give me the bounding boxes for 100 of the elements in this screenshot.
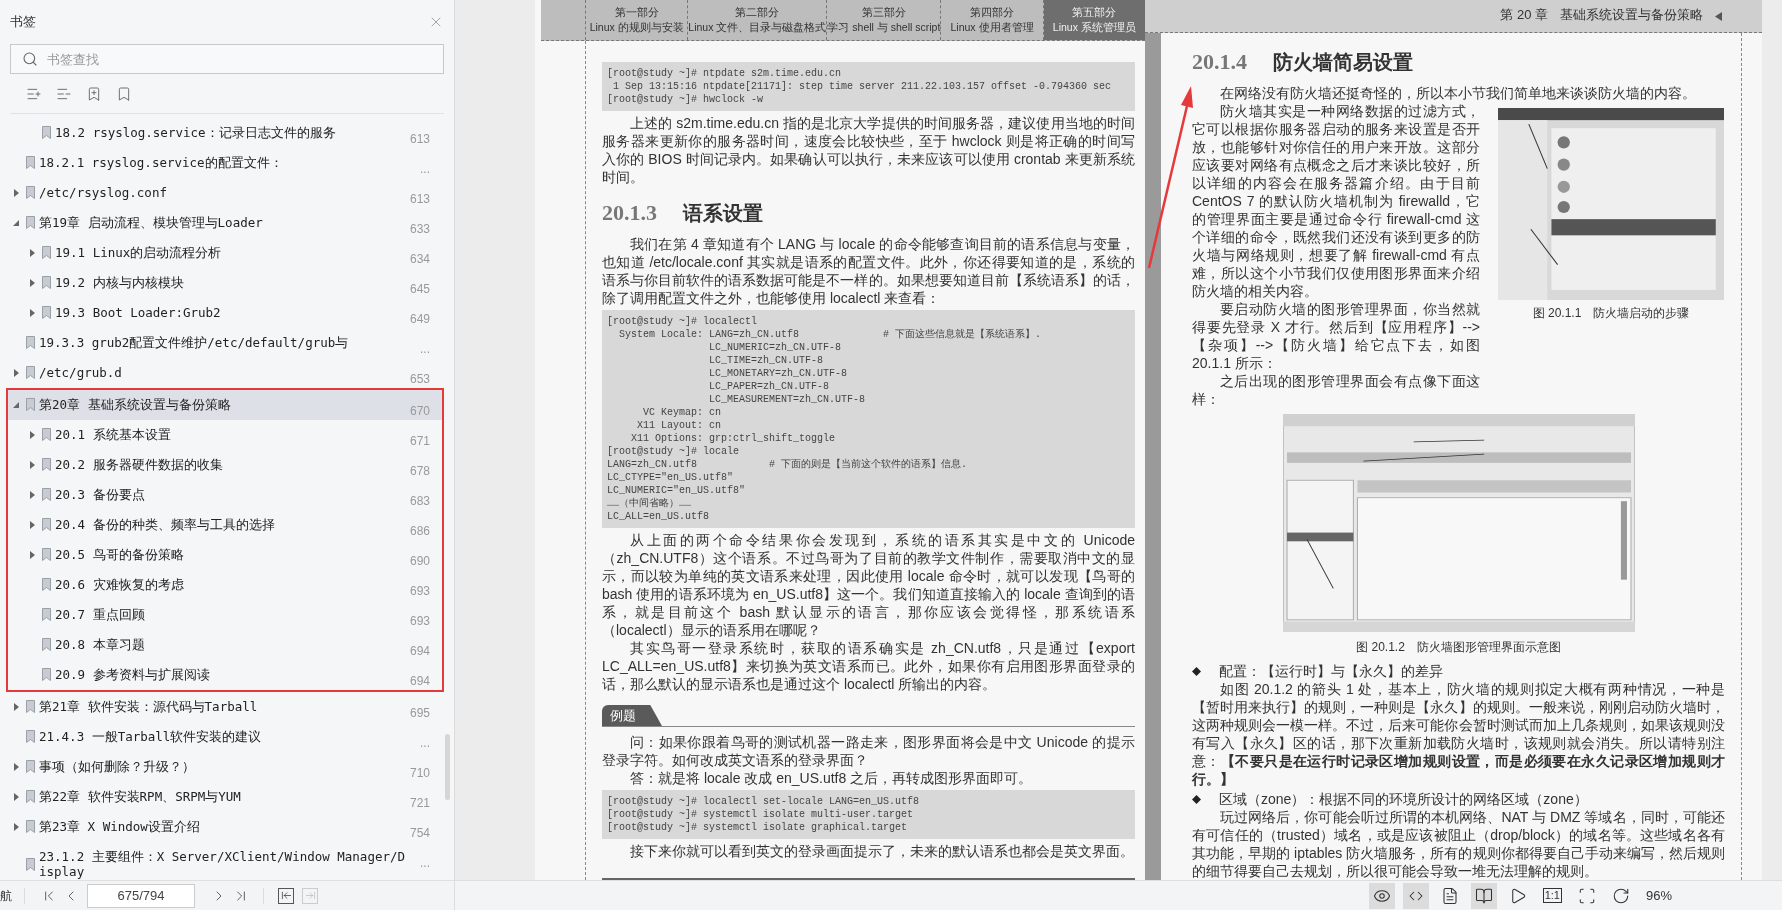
bookmark-icon bbox=[42, 458, 51, 471]
bookmark-item[interactable]: 19.1 Linux的启动流程分析 634 bbox=[8, 238, 442, 268]
paragraph: 防火墙其实是一种网络数据的过滤方式，它可以根据你服务器启动的服务来设置是否开放，也能够针对你信任的用户来开放。这部分应该要对网络有点概念之后才来谈比较好，所以详细的内容会在服务器篇介绍。由于目前 CentOS 7 的默认防火墙机制为 firewalld，它的管理界面主要是通过命令行 firewall-cmd 这个详细的命令，既然我们还没有谈到更多的防火墙与网络规则，想要了解 firewall-cmd 有点难，所以这个小节我们仅使用图形界面来介绍防火墙的相关内容。 bbox=[1192, 102, 1480, 300]
bookmark-item[interactable]: 19.3.3 grub2配置文件维护/etc/default/grub与 ... bbox=[8, 328, 442, 358]
page-number: 613 bbox=[409, 131, 430, 148]
bookmark-item[interactable]: 20.1 系统基本设置 671 bbox=[8, 420, 442, 450]
page-number: 686 bbox=[409, 523, 430, 540]
bookmark-item[interactable]: 23.1.2 主要组件：X Server/XClient/Window Manager/Display ... bbox=[8, 842, 442, 879]
caret-right-icon[interactable] bbox=[28, 278, 36, 287]
bookmark-item[interactable]: 21.4.3 一般Tarball软件安装的建议 ... bbox=[8, 722, 442, 752]
caret-right-icon[interactable] bbox=[12, 792, 20, 801]
caret-right-icon[interactable] bbox=[12, 368, 20, 377]
paragraph: 问：如果你跟着鸟哥的测试机器一路走来，图形界面将会是中文 Unicode 的提示登录字符。如何改成英文语系的登录界面？ bbox=[602, 733, 1135, 769]
bookmark-item[interactable]: 20.8 本章习题 694 bbox=[8, 630, 442, 660]
part-tab[interactable]: 第四部分 Linux 使用者管理 bbox=[941, 0, 1044, 40]
caret-right-icon[interactable] bbox=[28, 248, 36, 257]
bookmark-icon bbox=[42, 276, 51, 289]
caret-right-icon[interactable] bbox=[12, 762, 20, 771]
bookmark-icon bbox=[42, 246, 51, 259]
code-line: LC_PAPER=zh_CN.UTF-8 bbox=[708, 379, 831, 393]
page-number: 754 bbox=[409, 825, 430, 842]
part-tab[interactable]: 第二部分 Linux 文件、目录与磁盘格式 bbox=[688, 0, 828, 40]
bookmark-item[interactable]: 第22章 软件安装RPM、SRPM与YUM 721 bbox=[8, 782, 442, 812]
bookmark-item[interactable]: 第19章 启动流程、模块管理与Loader 633 bbox=[8, 208, 442, 238]
part-tab[interactable]: 第三部分 学习 shell 与 shell script bbox=[827, 0, 942, 40]
bookmark-item[interactable]: 20.5 鸟哥的备份策略 690 bbox=[8, 540, 442, 570]
bookmark-item[interactable]: 18.2.1 rsyslog.service的配置文件： ... bbox=[8, 148, 442, 178]
caret-right-icon[interactable] bbox=[28, 520, 36, 529]
bookmark-item[interactable]: 20.7 重点回顾 693 bbox=[8, 600, 442, 630]
bookmark-item[interactable]: /etc/grub.d 653 bbox=[8, 358, 442, 388]
search-field[interactable]: 书签查找 bbox=[10, 44, 444, 74]
code-line: 1 Sep 13:15:16 ntpdate[21171]: step time server 211.22.103.157 offset -0.794360 sec bbox=[612, 79, 1113, 93]
caret-down-icon[interactable] bbox=[12, 400, 20, 409]
bookmark-icon bbox=[42, 488, 51, 501]
example-label: 例题 bbox=[602, 704, 662, 726]
page-field[interactable]: 675/794 bbox=[87, 883, 195, 908]
code-line: X11 Layout: cn bbox=[636, 418, 723, 432]
bookmark-item[interactable]: 第21章 软件安装：源代码与Tarball 695 bbox=[8, 692, 442, 722]
panel-title: 书签 bbox=[10, 13, 36, 32]
scrollbar[interactable] bbox=[445, 734, 450, 800]
bookmark-item[interactable]: 20.9 参考资料与扩展阅读 694 bbox=[8, 660, 442, 690]
bookmark-item[interactable]: 20.3 备份要点 683 bbox=[8, 480, 442, 510]
bookmark-item[interactable]: 18.2 rsyslog.service：记录日志文件的服务 613 bbox=[8, 118, 442, 148]
page-number: ... bbox=[420, 341, 430, 358]
bookmark-item[interactable]: 19.2 内核与内核模块 645 bbox=[8, 268, 442, 298]
section-title: 防火墙简易设置 bbox=[1273, 50, 1413, 75]
bookmark-item[interactable]: 19.3 Boot Loader:Grub2 649 bbox=[8, 298, 442, 328]
page-number: 695 bbox=[409, 705, 430, 722]
code-line: [root@study ~]# localectl bbox=[607, 314, 759, 328]
fit-width-button[interactable] bbox=[1402, 882, 1429, 909]
code-line: X11 Options: grp:ctrl_shift_toggle bbox=[630, 431, 837, 445]
bookmark-item[interactable]: 20.4 备份的种类、频率与工具的选择 686 bbox=[8, 510, 442, 540]
code-line: LC_MONETARY=zh_CN.UTF-8 bbox=[708, 366, 849, 380]
caret-right-icon[interactable] bbox=[28, 308, 36, 317]
diamond-bullet-icon bbox=[1192, 666, 1201, 676]
bookmark-icon[interactable] bbox=[116, 85, 132, 102]
page-number: 613 bbox=[409, 191, 430, 208]
paragraph: 其实鸟哥一登录系统时，获取的语系确实是 zh_CN.utf8，只是通过【export LC_ALL=en_US.utf8】来切换为英文语系而已。此外，如果你有启用图形界面登录的话，那么默认的显示语系也是通过这个 localectl 所输出的内容。 bbox=[602, 638, 1135, 693]
bookmark-plus-icon[interactable] bbox=[86, 85, 102, 102]
paragraph: 如图 20.1.2 的箭头 1 处，基本上，防火墙的规则拟定大概有两种情况，一种是【暂时用来执行】的规则，一种则是【永久】的规则。一般来说，刚刚启动防火墙时，这两种规则会一模一样。不过，后来可能你会暂时测试而加上几条规则，如果该规则没有写入【永久】区的话，那下次重新加载防火墙时，该规则就会消失。所以请特别注意：【不要只是在运行时记录区增加规则设置，而是必须要在永久记录区增加规则才行。】 bbox=[1192, 680, 1725, 788]
bookmark-item[interactable]: 第20章 基础系统设置与备份策略 670 bbox=[8, 390, 442, 420]
chapter-title: 基础系统设置与备份策略 bbox=[1560, 5, 1703, 24]
page-number: ... bbox=[420, 735, 430, 752]
caret-right-icon[interactable] bbox=[28, 430, 36, 439]
caret-right-icon[interactable] bbox=[28, 460, 36, 469]
back-button[interactable] bbox=[278, 887, 294, 904]
bookmark-item[interactable]: 20.2 服务器硬件数据的收集 678 bbox=[8, 450, 442, 480]
code-line: [root@study ~]# localectl set-locale LANG=en_US.utf8 bbox=[607, 795, 921, 808]
page-number: 671 bbox=[409, 433, 430, 450]
code-line: LC_NUMERIC="en_US.utf8" bbox=[607, 483, 747, 497]
bookmark-icon bbox=[26, 730, 35, 743]
caret-right-icon[interactable] bbox=[12, 188, 20, 197]
bookmark-icon bbox=[26, 760, 35, 773]
bookmark-item[interactable]: 第23章 X Window设置介绍 754 bbox=[8, 812, 442, 842]
bookmark-item[interactable]: /etc/rsyslog.conf 613 bbox=[8, 178, 442, 208]
nav-label: 航 bbox=[0, 887, 13, 905]
caret-right-icon[interactable] bbox=[12, 702, 20, 711]
paragraph: 要启动防火墙的图形管理界面，你当然就得要先登录 X 才行。然后到【应用程序】-->【杂项】-->【防火墙】给它点下去，如图 20.1.1 所示： bbox=[1192, 300, 1480, 372]
bookmark-item[interactable]: 事项（如何删除？升级？） 710 bbox=[8, 752, 442, 782]
caret-right-icon[interactable] bbox=[28, 550, 36, 559]
zoom-level[interactable]: 96% bbox=[1645, 885, 1672, 906]
paragraph: 接下来你就可以看到英文的登录画面提示了，未来的默认语系也都会是英文界面。 bbox=[629, 842, 1135, 860]
bookmark-icon bbox=[42, 638, 51, 651]
caret-right-icon[interactable] bbox=[28, 490, 36, 499]
part-tab[interactable]: 第五部分 Linux 系统管理员 bbox=[1043, 0, 1145, 40]
caret-down-icon[interactable] bbox=[12, 218, 20, 227]
actual-size-button[interactable]: 1:1 bbox=[1538, 882, 1566, 909]
bookmark-icon bbox=[26, 216, 35, 229]
paragraph: 玩过网络后，你可能会听过所谓的本机网络、NAT 与 DMZ 等域名，同时，可能还有可信任的（trusted）域名，或是应该被阻止（drop/block）的域名等。这些域名各有其功能，早期的 iptables 防火墙服务，所有的规则你都得要自己手动来编写，然后规则的细节得要自己去规划，所以很可能会导致一堆无法理解的规则。 bbox=[1192, 808, 1725, 880]
eye-button[interactable] bbox=[1368, 882, 1395, 909]
code-line: VC Keymap: cn bbox=[642, 405, 723, 419]
caret-right-icon[interactable] bbox=[12, 822, 20, 831]
two-page-button[interactable] bbox=[1470, 882, 1497, 909]
paragraph: 答：就是将 locale 改成 en_US.utf8 之后，再转成图形界面即可。 bbox=[629, 769, 1034, 787]
diamond-bullet-icon bbox=[1192, 794, 1201, 804]
part-tab[interactable]: 第一部分 Linux 的规则与安装 bbox=[586, 0, 689, 40]
bookmark-item[interactable]: 20.6 灾难恢复的考虑 693 bbox=[8, 570, 442, 600]
bookmark-icon bbox=[42, 578, 51, 591]
bookmark-icon bbox=[42, 428, 51, 441]
bullet-text: 区域（zone）：根据不同的环境所设计的网络区域（zone） bbox=[1219, 790, 1588, 808]
